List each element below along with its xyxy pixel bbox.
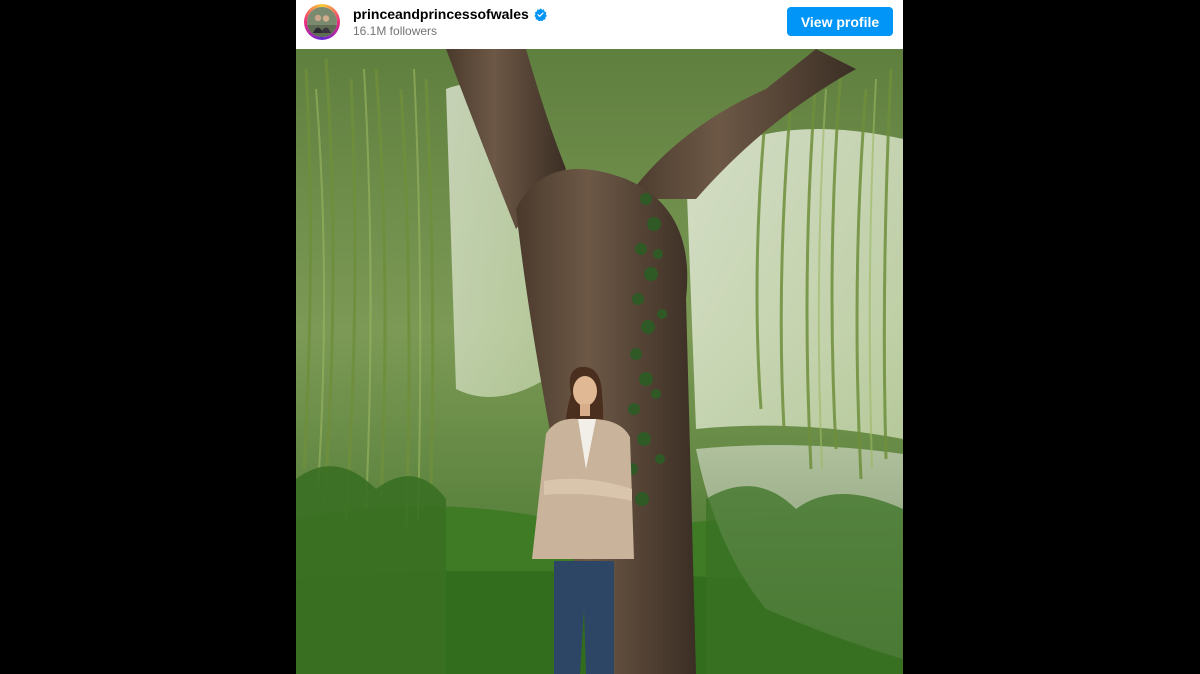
avatar-image [307, 7, 337, 37]
profile-username[interactable]: princeandprincessofwales [353, 6, 529, 22]
follower-count: 16.1M followers [353, 24, 438, 38]
instagram-embed: princeandprincessofwales 16.1M followers… [296, 0, 903, 674]
embed-header: princeandprincessofwales 16.1M followers… [296, 0, 903, 50]
view-profile-button[interactable]: View profile [787, 7, 893, 36]
verified-badge-icon [534, 7, 547, 21]
profile-avatar[interactable] [304, 4, 340, 40]
post-image[interactable] [296, 49, 903, 674]
